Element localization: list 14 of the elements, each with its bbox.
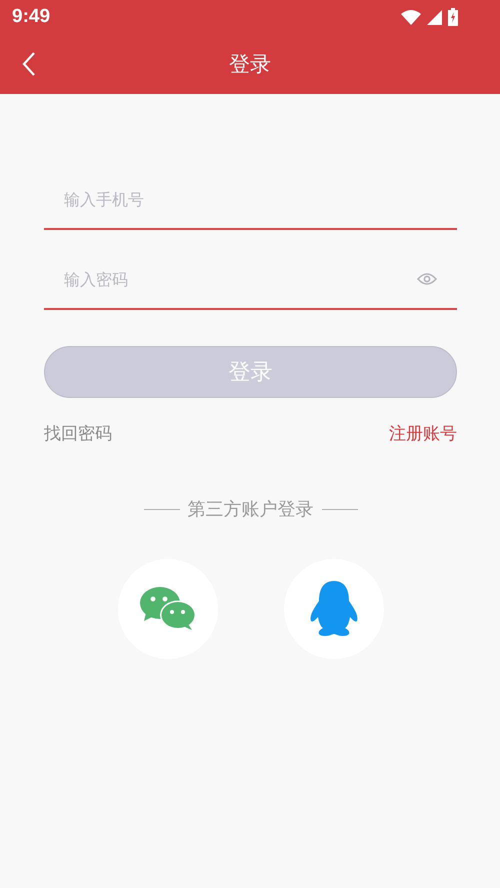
signal-icon [427,10,442,24]
penguin-icon [308,581,358,637]
password-field[interactable]: 输入密码 [44,250,457,310]
battery-icon [448,8,458,26]
page-title: 登录 [229,51,271,78]
chat-bubbles-icon [140,587,196,631]
eye-icon[interactable] [417,272,437,286]
register-link[interactable]: 注册账号 [389,422,457,445]
status-time: 9:49 [12,6,50,28]
phone-field[interactable]: 输入手机号 [44,170,457,230]
forgot-password-link[interactable]: 找回密码 [44,422,112,445]
third-party-label: 第三方账户登录 [188,498,314,521]
wifi-icon [401,10,421,24]
back-icon[interactable] [22,52,36,76]
